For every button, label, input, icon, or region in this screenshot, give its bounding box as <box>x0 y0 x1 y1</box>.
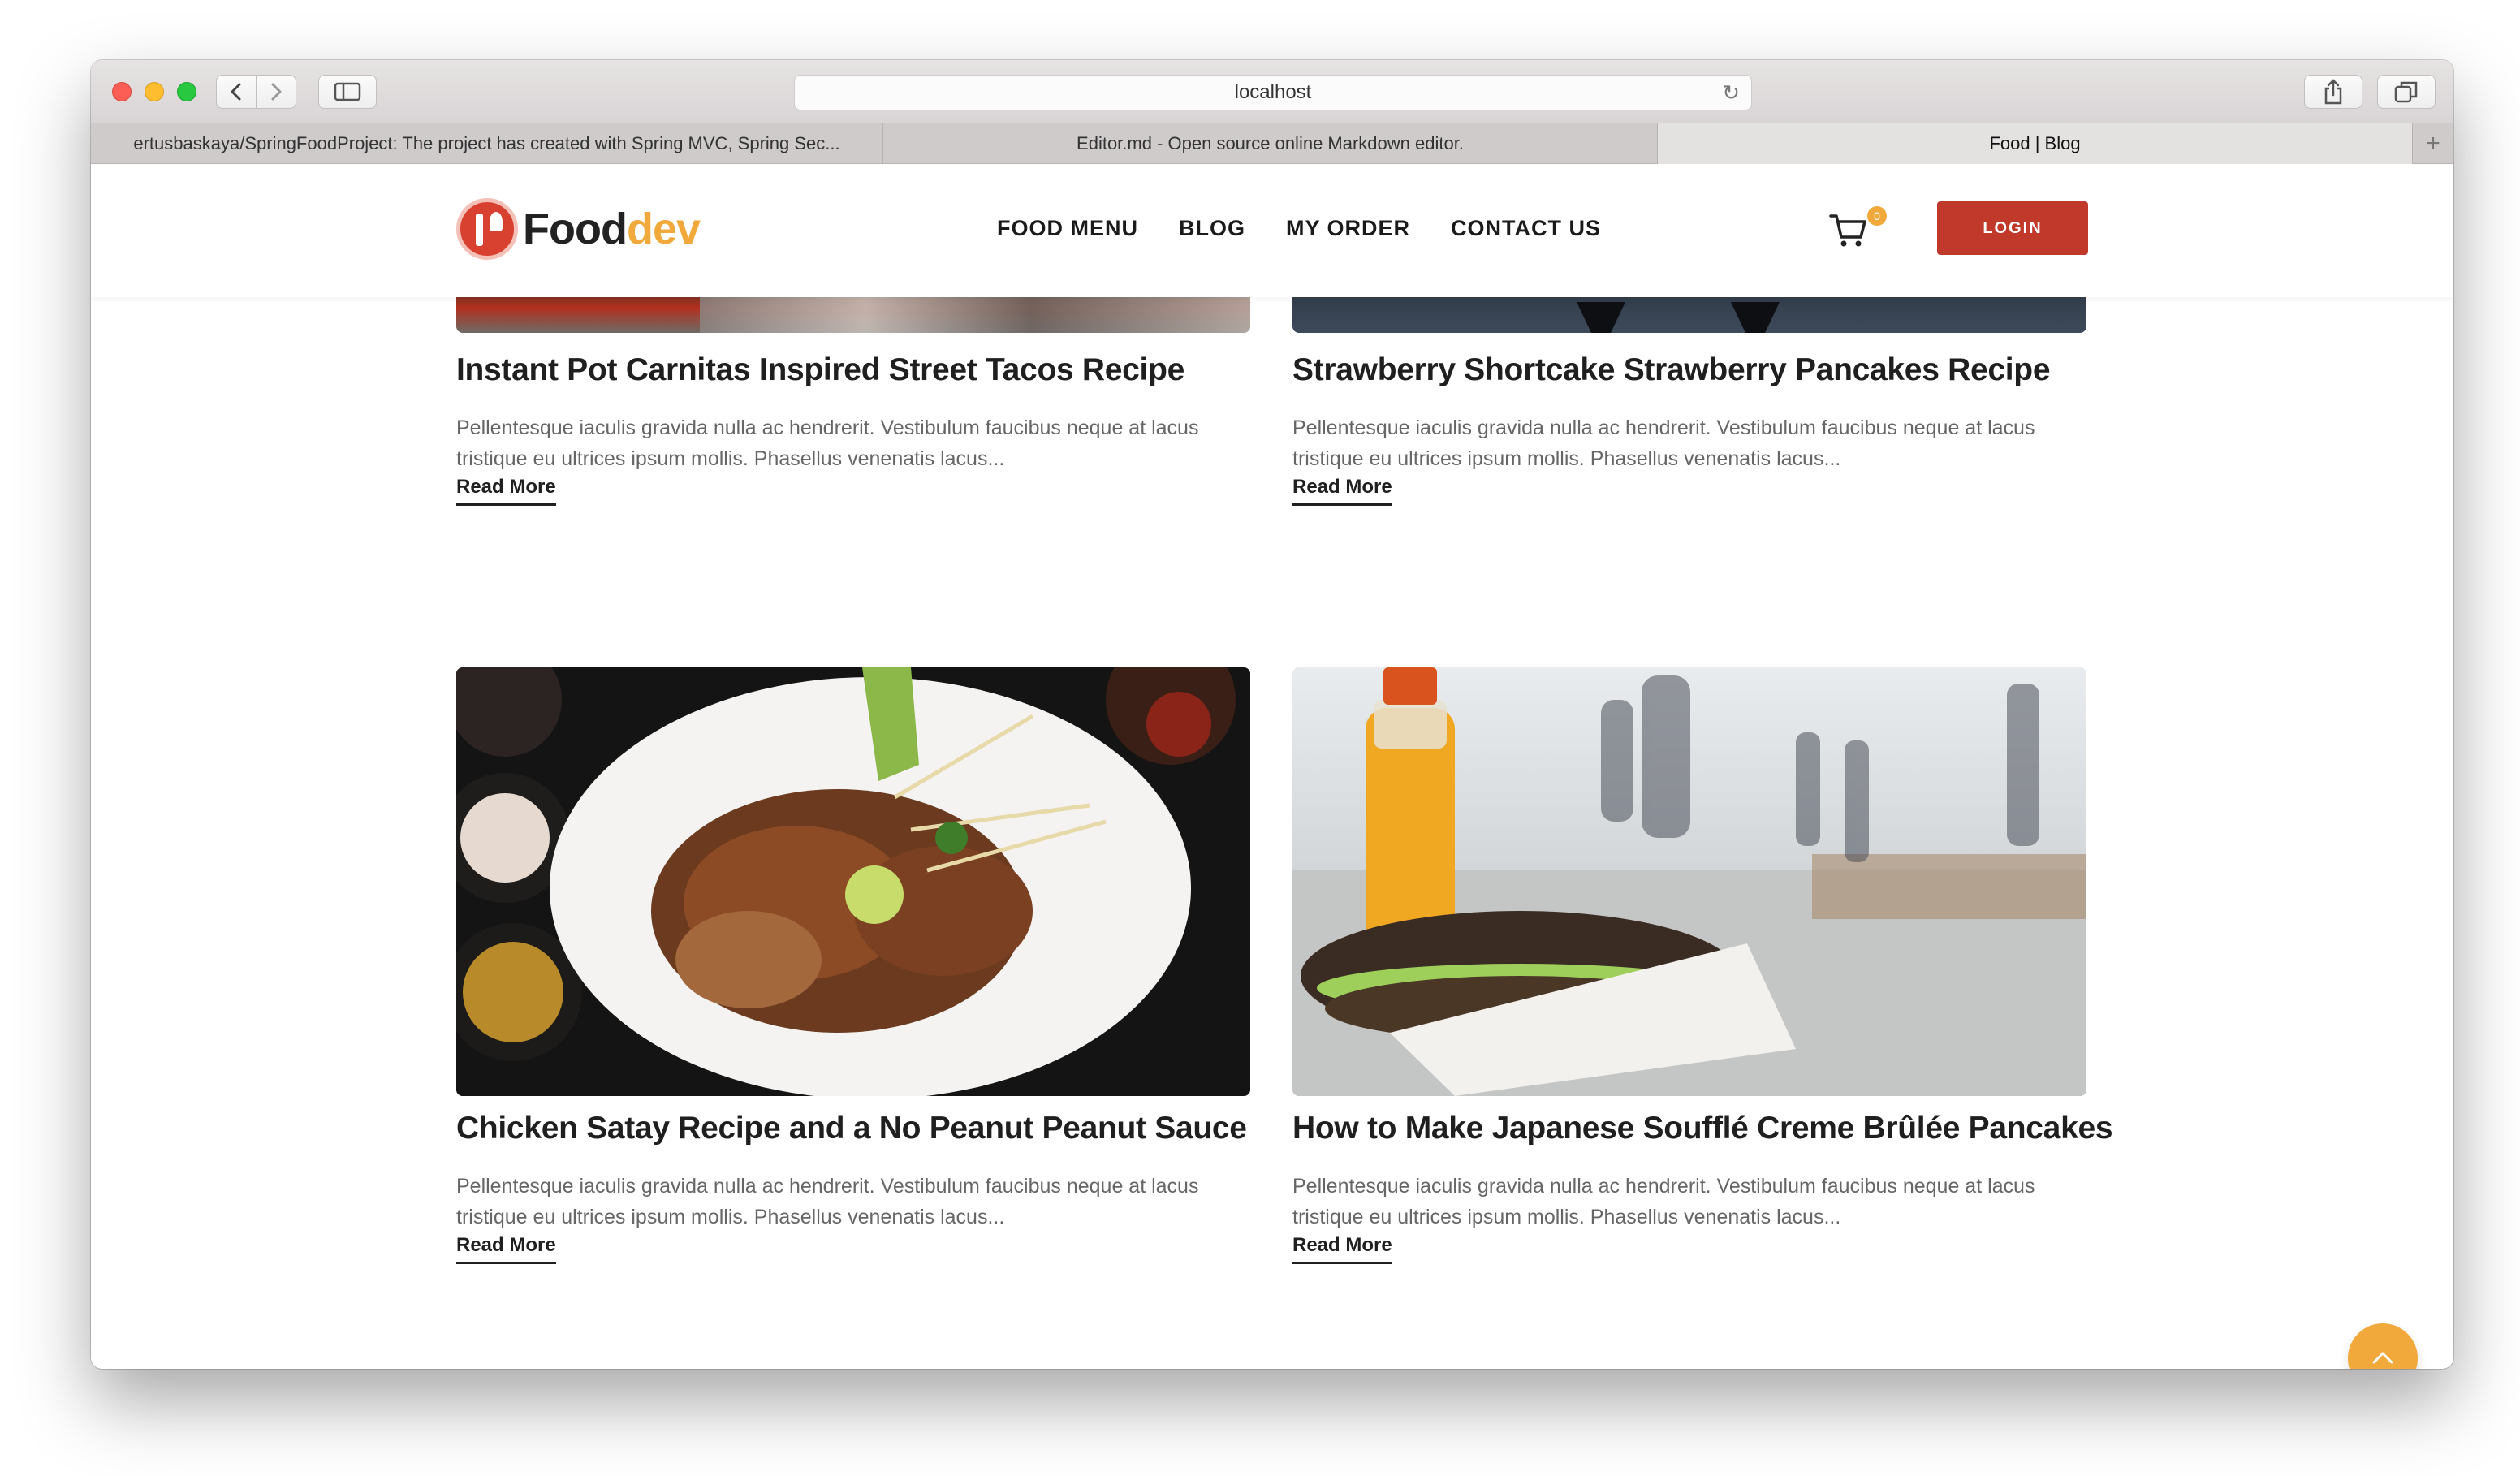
minimize-window-button[interactable] <box>145 82 164 101</box>
site-logo[interactable]: Fooddev <box>456 198 701 260</box>
sidebar-toggle-button[interactable] <box>318 75 377 109</box>
new-tab-button[interactable]: + <box>2413 123 2453 164</box>
blog-card: Chicken Satay Recipe and a No Peanut Pea… <box>456 164 1250 1301</box>
close-window-button[interactable] <box>112 82 132 101</box>
tabs-icon <box>2394 81 2418 103</box>
post-image[interactable] <box>1292 667 2086 1096</box>
tab-label: Editor.md - Open source online Markdown … <box>1077 133 1464 153</box>
logo-text-dev: dev <box>626 205 701 253</box>
tab-label: ertusbaskaya/SpringFoodProject: The proj… <box>133 133 840 153</box>
back-button[interactable] <box>216 75 257 109</box>
post-title[interactable]: How to Make Japanese Soufflé Creme Brûlé… <box>1292 1111 2113 1146</box>
main-nav: FOOD MENU BLOG MY ORDER CONTACT US <box>997 216 1601 241</box>
blog-card: How to Make Japanese Soufflé Creme Brûlé… <box>1292 164 2113 1301</box>
browser-tab-github[interactable]: ertusbaskaya/SpringFoodProject: The proj… <box>91 123 883 164</box>
share-icon <box>2324 79 2342 105</box>
nav-contact-us[interactable]: CONTACT US <box>1451 216 1601 241</box>
utensils-logo-icon <box>456 198 518 260</box>
read-more-link[interactable]: Read More <box>456 1234 556 1264</box>
nav-my-order[interactable]: MY ORDER <box>1286 216 1410 241</box>
zoom-window-button[interactable] <box>177 82 196 101</box>
post-excerpt: Pellentesque iaculis gravida nulla ac he… <box>456 1175 1199 1228</box>
read-more-link[interactable]: Read More <box>1292 1234 1392 1264</box>
cart-icon[interactable] <box>1828 211 1869 248</box>
nav-food-menu[interactable]: FOOD MENU <box>997 216 1138 241</box>
browser-tabbar: ertusbaskaya/SpringFoodProject: The proj… <box>91 123 2453 164</box>
site-header: Fooddev FOOD MENU BLOG MY ORDER CONTACT … <box>91 164 2453 297</box>
tabs-overview-button[interactable] <box>2377 75 2436 109</box>
post-title[interactable]: Chicken Satay Recipe and a No Peanut Pea… <box>456 1111 1268 1146</box>
post-image[interactable] <box>456 667 1250 1096</box>
nav-blog[interactable]: BLOG <box>1179 216 1245 241</box>
address-bar[interactable]: localhost ↻ <box>794 75 1752 110</box>
tab-label: Food | Blog <box>1989 133 2081 153</box>
browser-window: localhost ↻ ertusbaskaya/SpringFoodProje… <box>91 60 2453 1369</box>
browser-tab-editor[interactable]: Editor.md - Open source online Markdown … <box>883 123 1658 164</box>
address-text: localhost <box>1234 81 1312 103</box>
chevron-left-icon <box>231 83 241 101</box>
cart-count-badge: 0 <box>1867 206 1887 226</box>
sandwich-juice-photo <box>1292 667 2086 1096</box>
logo-text: Fooddev <box>523 204 701 254</box>
logo-text-food: Food <box>523 205 628 253</box>
forward-button[interactable] <box>256 75 296 109</box>
share-button[interactable] <box>2304 75 2362 109</box>
sidebar-icon <box>334 82 361 101</box>
scroll-to-top-button[interactable] <box>2348 1323 2418 1369</box>
reload-icon[interactable]: ↻ <box>1722 82 1740 103</box>
web-page: Fooddev FOOD MENU BLOG MY ORDER CONTACT … <box>91 164 2453 1369</box>
chevron-right-icon <box>271 83 282 101</box>
browser-tab-food-blog[interactable]: Food | Blog <box>1658 123 2413 164</box>
login-button[interactable]: LOGIN <box>1937 201 2088 255</box>
chicken-satay-photo <box>456 667 1250 1096</box>
browser-toolbar: localhost ↻ <box>91 60 2453 123</box>
plus-icon: + <box>2426 130 2440 157</box>
post-excerpt: Pellentesque iaculis gravida nulla ac he… <box>1292 1175 2035 1228</box>
chevron-up-icon <box>2372 1352 2393 1364</box>
